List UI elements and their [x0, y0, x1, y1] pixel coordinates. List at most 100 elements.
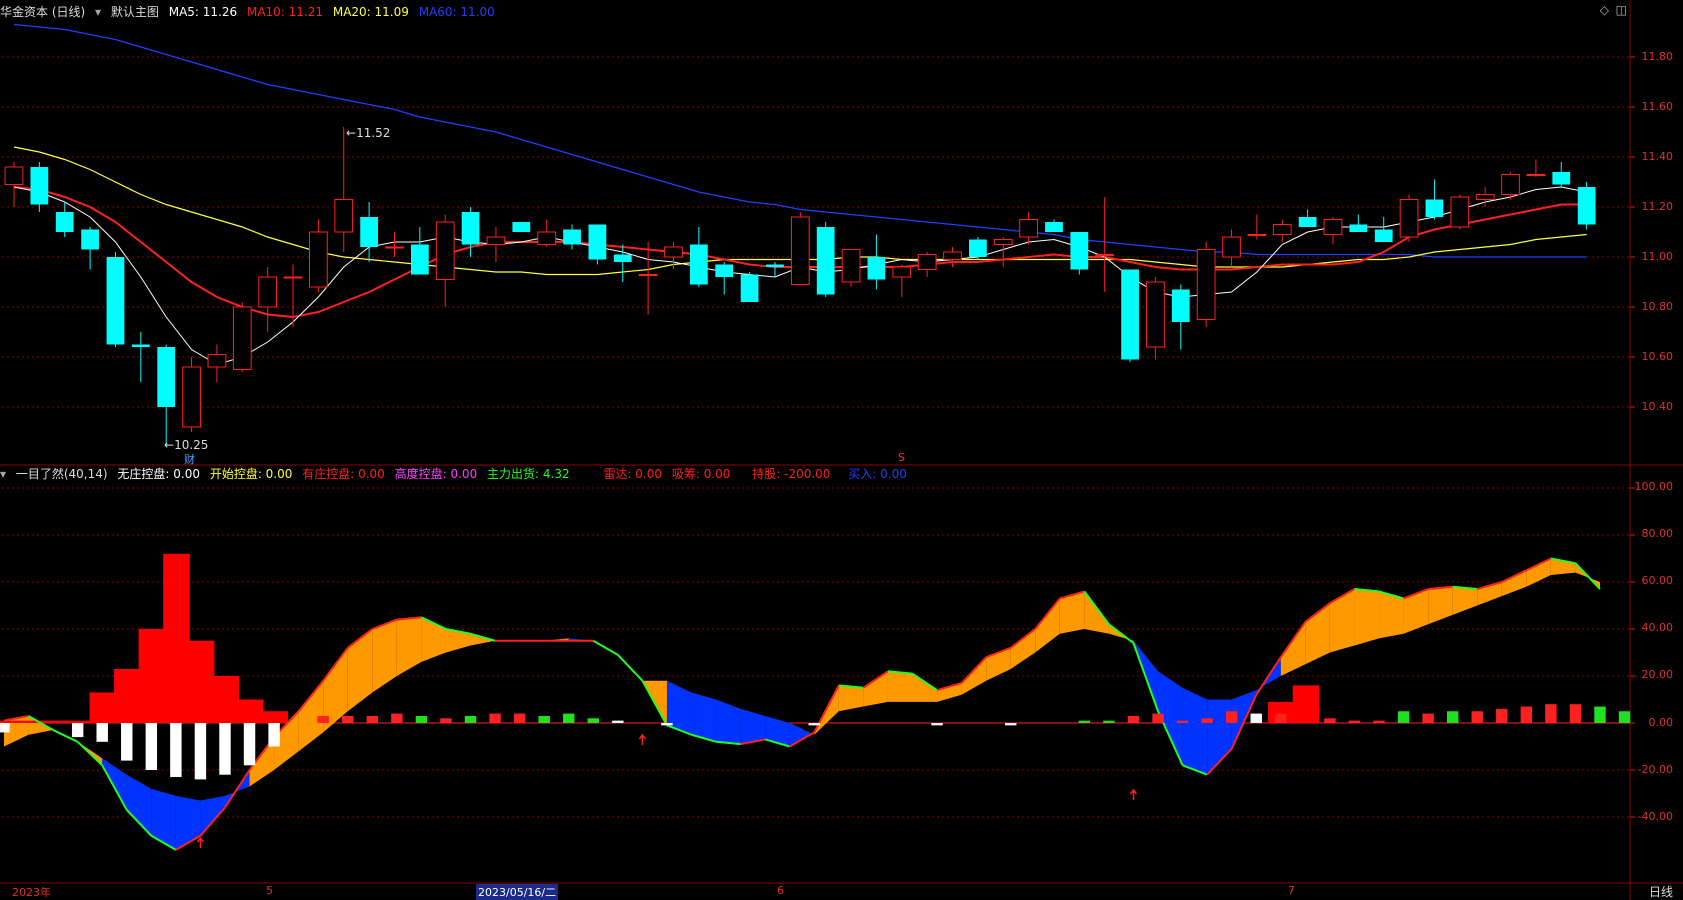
indicator-tick: 0.00	[1648, 716, 1674, 729]
buy-arrow-icon	[1129, 788, 1138, 800]
indicator-bar	[1446, 711, 1459, 723]
candle-body-up	[993, 239, 1013, 245]
candle-body-down	[563, 229, 581, 245]
time-label: 7	[1288, 884, 1295, 897]
candle-body-down	[81, 229, 99, 250]
upper-line-segment	[76, 741, 103, 767]
time-label: 5	[266, 884, 273, 897]
red-block-bar	[40, 720, 68, 723]
red-block-bar	[114, 668, 141, 723]
indicator-bar	[219, 723, 231, 775]
diamond-icon[interactable]: ◇	[1600, 3, 1609, 17]
candle-body-down	[157, 347, 176, 407]
ma60-value: MA60: 11.00	[418, 5, 495, 19]
orange-band	[1329, 589, 1355, 653]
blue-band	[200, 795, 225, 836]
field-leida: 雷达: 0.00	[603, 467, 663, 481]
candle-body-down	[1171, 289, 1190, 322]
price-chart[interactable]	[0, 0, 1683, 900]
candle-body-down	[689, 244, 708, 285]
indicator-bar	[317, 715, 329, 723]
indicator-bar	[1176, 720, 1189, 723]
indicator-dropdown-icon[interactable]: ▾	[0, 467, 6, 481]
candle-body-down	[30, 167, 49, 205]
indicator-tick: 80.00	[1641, 527, 1674, 540]
time-label: 2023年	[12, 886, 51, 899]
candle-body-up	[309, 231, 328, 288]
indicator-bar	[808, 723, 820, 726]
indicator-bar	[96, 723, 108, 742]
indicator-bar	[1496, 708, 1508, 723]
candle-body-up	[1095, 254, 1115, 256]
indicator-bar	[1275, 713, 1287, 723]
price-tick: 10.40	[1641, 400, 1674, 413]
selected-date[interactable]: 2023/05/16/二	[476, 884, 559, 900]
indicator-bar	[71, 723, 84, 738]
ma20-value: MA20: 11.09	[332, 5, 409, 19]
orange-band	[347, 629, 373, 712]
indicator-bar	[1545, 704, 1557, 723]
candle-body-up	[1526, 174, 1546, 176]
indicator-bar	[268, 723, 280, 747]
ma10-value: MA10: 11.21	[246, 5, 324, 19]
red-block-bar	[64, 720, 92, 723]
candle-body-up	[1222, 236, 1241, 258]
indicator-tick: -40.00	[1637, 810, 1673, 823]
candle-body-up	[1247, 234, 1267, 236]
candle-body-up	[892, 266, 912, 278]
candle-body-up	[917, 254, 937, 270]
red-block-bar	[89, 692, 117, 723]
candle-body-down	[106, 257, 125, 345]
sell-signal-marker[interactable]: S	[898, 451, 905, 464]
field-mairu: 买入: 0.00	[848, 467, 907, 481]
red-block-bar	[163, 553, 190, 723]
candle-body-up	[1450, 196, 1470, 228]
indicator-bar	[1078, 720, 1091, 723]
indicator-bar	[1348, 720, 1361, 723]
candle-body-down	[1374, 229, 1393, 242]
indicator-bar	[538, 715, 550, 723]
indicator-bar	[1103, 720, 1115, 723]
candle-body-down	[410, 244, 429, 275]
upper-line-segment	[1574, 562, 1601, 590]
indicator-bar	[931, 723, 943, 726]
orange-band	[372, 619, 397, 693]
candle-body-down	[1298, 217, 1317, 227]
template-name[interactable]: 默认主图	[111, 5, 159, 19]
candle-body-up	[841, 249, 861, 283]
indicator-bar	[1005, 723, 1017, 726]
panel-toggle-icon[interactable]: ◫	[1616, 3, 1627, 17]
orange-band	[1403, 589, 1429, 634]
price-tick: 10.80	[1641, 300, 1674, 313]
orange-band	[1354, 589, 1380, 646]
candle-body-up	[1272, 224, 1292, 235]
price-tick: 10.60	[1641, 350, 1674, 363]
candle-body-up	[1196, 249, 1216, 320]
template-dropdown-icon[interactable]: ▾	[95, 5, 101, 19]
ma5-value: MA5: 11.26	[168, 5, 238, 19]
candle-body-up	[943, 251, 962, 260]
orange-band	[838, 685, 864, 712]
period-button[interactable]: 日线	[1649, 883, 1673, 900]
orange-band	[1280, 621, 1306, 676]
orange-band	[1379, 591, 1404, 639]
chart-window[interactable]: 华金资本 (日线) ▾ 默认主图 MA5: 11.26 MA10: 11.21 …	[0, 0, 1683, 900]
candle-body-down	[1425, 199, 1444, 217]
field-zhuli: 主力出货: 4.32	[487, 467, 570, 481]
indicator-bar	[1250, 713, 1262, 723]
indicator-bar	[1471, 711, 1483, 723]
candle-body-up	[207, 354, 227, 368]
candle-body-down	[360, 217, 378, 247]
finance-marker[interactable]: 财	[184, 451, 195, 467]
red-block-bar	[261, 711, 289, 723]
indicator-name[interactable]: 一目了然(40,14)	[16, 467, 108, 481]
candle-body-up	[283, 276, 303, 279]
candle-body-up	[1501, 174, 1520, 195]
candle-body-down	[512, 222, 531, 232]
candle-body-down	[131, 344, 150, 347]
upper-line-segment	[617, 654, 644, 682]
price-tick: 11.20	[1641, 200, 1674, 213]
red-block-bar	[138, 629, 166, 723]
field-youzhuang: 有庄控盘: 0.00	[302, 467, 385, 481]
candle-body-down	[461, 212, 480, 245]
